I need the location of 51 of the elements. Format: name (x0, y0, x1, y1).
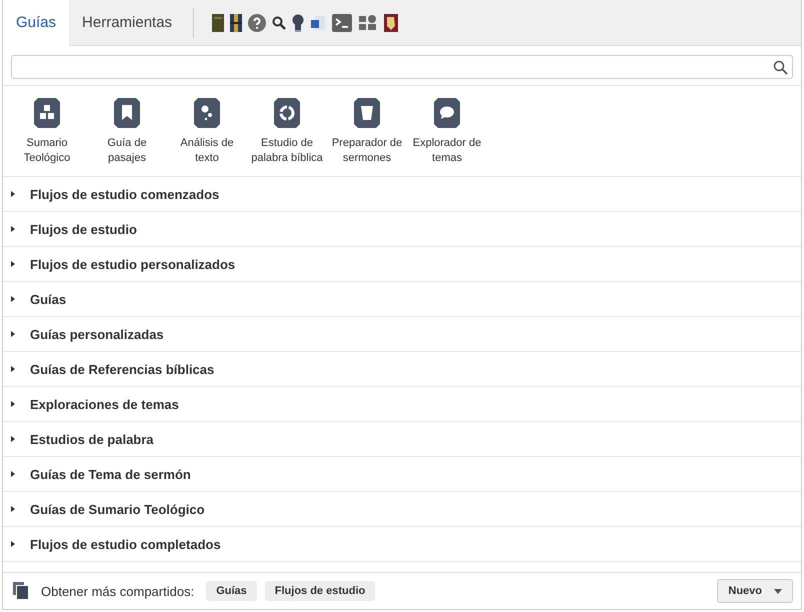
expander-icon[interactable] (11, 261, 16, 267)
terminal-icon[interactable] (332, 14, 352, 32)
section-row[interactable]: Guías de Referencias bíblicas (3, 352, 801, 387)
caret-icon (774, 588, 782, 594)
expander-icon[interactable] (11, 191, 16, 197)
search-field[interactable] (11, 55, 793, 79)
expander-icon[interactable] (11, 296, 16, 302)
guide-label[interactable]: Sumario Teológico (8, 136, 86, 166)
bookmark-icon[interactable] (114, 98, 140, 128)
cup-icon[interactable] (354, 98, 380, 128)
section-row[interactable]: Exploraciones de temas (3, 387, 801, 422)
expander-icon[interactable] (11, 401, 16, 407)
section-row[interactable]: Flujos de estudio personalizados (3, 247, 801, 282)
section-row[interactable]: Guías de Tema de sermón (3, 457, 801, 492)
ring-icon[interactable] (274, 98, 300, 128)
expander-icon[interactable] (11, 541, 16, 547)
expander-icon[interactable] (11, 331, 16, 337)
blocks-icon[interactable] (34, 98, 60, 128)
expander-icon[interactable] (11, 506, 16, 512)
section-row[interactable]: Flujos de estudio completados (3, 527, 801, 562)
footer-label: Obtener más compartidos: (41, 584, 194, 598)
guide-label[interactable]: Preparador de sermones (328, 136, 406, 166)
section-row[interactable]: Flujos de estudio (3, 212, 801, 247)
search-icon[interactable] (773, 60, 788, 74)
expander-icon[interactable] (11, 366, 16, 372)
guide-label[interactable]: Estudio de palabra bíblica (248, 136, 326, 166)
guide-label[interactable]: Explorador de temas (408, 136, 486, 166)
help-icon[interactable] (248, 14, 266, 32)
search-icon[interactable] (272, 16, 286, 30)
section-row[interactable]: Estudios de palabra (3, 422, 801, 457)
document-icon[interactable] (310, 14, 326, 30)
section-row[interactable]: Flujos de estudio comenzados (3, 177, 801, 212)
dots-icon[interactable] (194, 98, 220, 128)
section-row[interactable]: Guías (3, 282, 801, 317)
section-row[interactable]: Guías de Sumario Teológico (3, 492, 801, 527)
tab[interactable]: Herramientas (69, 0, 186, 46)
book-icon[interactable] (230, 14, 242, 32)
new-menu-button[interactable]: Nuevo (717, 579, 793, 603)
expander-icon[interactable] (11, 226, 16, 232)
share-button[interactable]: Flujos de estudio (264, 581, 376, 601)
bubble-icon[interactable] (434, 98, 460, 128)
guide-label[interactable]: Análisis de texto (168, 136, 246, 166)
share-button[interactable]: Guías (206, 581, 257, 601)
tab[interactable]: Guías (3, 0, 70, 46)
book-icon[interactable] (212, 14, 224, 32)
guide-label[interactable]: Guía de pasajes (88, 136, 166, 166)
documents-icon (13, 582, 29, 600)
expander-icon[interactable] (11, 436, 16, 442)
expander-icon[interactable] (11, 471, 16, 477)
section-row[interactable]: Guías personalizadas (3, 317, 801, 352)
lightbulb-icon[interactable] (292, 14, 304, 32)
